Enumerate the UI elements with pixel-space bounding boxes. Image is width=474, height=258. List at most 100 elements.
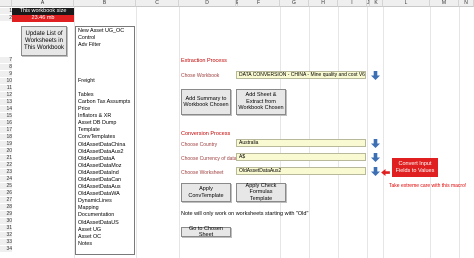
worksheet-list-item[interactable]	[78, 85, 132, 92]
worksheet-list-item[interactable]: OldAssetDataWA	[78, 191, 132, 198]
worksheet-list-item[interactable]: DynamicLines	[78, 198, 132, 205]
column-header-m[interactable]: M	[430, 0, 459, 7]
row-number[interactable]: 9	[0, 71, 12, 77]
conversion-section-title: Conversion Process	[181, 131, 231, 137]
apply-check-formulas-button[interactable]: Apply Check Formulas Template	[236, 183, 286, 202]
worksheet-list-item[interactable]: Asset DB Dump	[78, 120, 132, 127]
row-number[interactable]: 25	[0, 183, 12, 189]
column-header-n[interactable]: N	[459, 0, 474, 7]
worksheet-list-item[interactable]: Adv Filter	[78, 42, 132, 49]
worksheet-input[interactable]: OldAssetDataAus2	[236, 167, 366, 175]
worksheet-list-item[interactable]	[78, 63, 132, 70]
add-sheet-extract-button[interactable]: Add Sheet & Extract from Workbook Chosen	[236, 89, 286, 115]
row-number[interactable]: 27	[0, 197, 12, 203]
country-input[interactable]: Australia	[236, 139, 366, 147]
arrow-down-icon[interactable]	[371, 153, 380, 162]
update-worksheets-button[interactable]: Update List of Worksheets in This Workbo…	[21, 26, 67, 56]
worksheet-list-item[interactable]: Mapping	[78, 205, 132, 212]
row-number[interactable]: 29	[0, 211, 12, 217]
worksheet-list-item[interactable]: OldAssetDataMoz	[78, 163, 132, 170]
worksheet-list-item[interactable]	[78, 71, 132, 78]
arrow-down-icon[interactable]	[371, 167, 380, 176]
worksheet-list-item[interactable]: Inflators & XR	[78, 113, 132, 120]
macro-warning: Take extreme care with this macro!	[389, 183, 467, 189]
apply-convtemplate-button[interactable]: Apply ConvTemplate	[181, 183, 231, 202]
column-header-b[interactable]: B	[74, 0, 136, 7]
worksheet-list-item[interactable]: Control	[78, 35, 132, 42]
workbook-size-value: 23.46 mb	[12, 15, 74, 22]
worksheet-list-item[interactable]: Asset UG	[78, 227, 132, 234]
arrow-down-icon[interactable]	[371, 139, 380, 148]
currency-input[interactable]: A$	[236, 153, 366, 161]
worksheet-list-item[interactable]: Asset OC	[78, 234, 132, 241]
row-number[interactable]: 31	[0, 225, 12, 231]
extraction-section-title: Extraction Process	[181, 58, 227, 64]
worksheet-list-item[interactable]: OldAssetDataAus2	[78, 149, 132, 156]
worksheet-list-item[interactable]: Documentation	[78, 212, 132, 219]
row-number[interactable]: 32	[0, 232, 12, 238]
row-number[interactable]: 13	[0, 99, 12, 105]
arrow-down-icon[interactable]	[371, 71, 380, 80]
row-number[interactable]: 21	[0, 155, 12, 161]
row-number[interactable]: 19	[0, 141, 12, 147]
column-header-c[interactable]: C	[136, 0, 179, 7]
row-number[interactable]: 15	[0, 113, 12, 119]
workbook-input[interactable]: DATA CONVERSION - CHINA - Mine quality a…	[236, 71, 366, 79]
old-worksheets-note: Note will only work on worksheets starti…	[181, 211, 309, 217]
choose-worksheet-label: Choose Worksheet	[181, 170, 224, 176]
corner-cell[interactable]	[0, 0, 12, 7]
row-number[interactable]: 7	[0, 57, 12, 63]
row-number[interactable]: 22	[0, 162, 12, 168]
worksheet-list-item[interactable]: OldAssetDataChina	[78, 142, 132, 149]
worksheet-list-item[interactable]	[78, 49, 132, 56]
add-summary-button[interactable]: Add Summary to Workbook Chosen	[181, 89, 231, 115]
column-header-g[interactable]: G	[280, 0, 309, 7]
worksheet-list-item[interactable]: Freight	[78, 78, 132, 85]
row-number[interactable]: 26	[0, 190, 12, 196]
column-header-i[interactable]: I	[338, 0, 367, 7]
row-number[interactable]: 17	[0, 127, 12, 133]
column-header-f[interactable]: F	[238, 0, 280, 7]
row-number[interactable]: 11	[0, 85, 12, 91]
worksheet-list-item[interactable]: Template	[78, 127, 132, 134]
worksheet-list[interactable]: New Asset UG_OC Control Adv Filter Freight…	[75, 26, 135, 255]
worksheet-list-item[interactable]: Notes	[78, 241, 132, 248]
row-number[interactable]: 24	[0, 176, 12, 182]
worksheet-list-item[interactable]	[78, 56, 132, 63]
worksheet-list-item[interactable]: OldAssetDataInd	[78, 170, 132, 177]
gridline	[338, 7, 339, 258]
worksheet-list-item[interactable]: OldAssetDataA	[78, 156, 132, 163]
row-number[interactable]: 23	[0, 169, 12, 175]
row-number[interactable]: 2	[0, 15, 12, 21]
worksheet-list-item[interactable]: OldAssetDataAus	[78, 184, 132, 191]
row-number[interactable]: 28	[0, 204, 12, 210]
row-number[interactable]: 10	[0, 78, 12, 84]
column-header-d[interactable]: D	[179, 0, 236, 7]
worksheet-list-item[interactable]: ConvTemplates	[78, 134, 132, 141]
row-number[interactable]: 12	[0, 92, 12, 98]
go-to-sheet-button[interactable]: Go to Chosen Sheet	[181, 226, 231, 238]
worksheet-list-item[interactable]: New Asset UG_OC	[78, 28, 132, 35]
convert-to-values-button[interactable]: Convert Input Fields to Values	[392, 158, 438, 177]
column-header-a[interactable]: A	[12, 0, 74, 7]
row-number[interactable]: 30	[0, 218, 12, 224]
row-number[interactable]: 1	[0, 8, 12, 14]
row-number[interactable]: 14	[0, 106, 12, 112]
gridline	[430, 7, 431, 258]
column-header-l[interactable]: L	[383, 0, 430, 7]
column-header-k[interactable]: K	[370, 0, 383, 7]
row-number[interactable]: 20	[0, 148, 12, 154]
gridline	[367, 7, 368, 258]
worksheet-list-item[interactable]: Carbon Tax Assumpts	[78, 99, 132, 106]
row-number[interactable]: 18	[0, 134, 12, 140]
row-number[interactable]: 33	[0, 239, 12, 245]
row-number[interactable]: 34	[0, 246, 12, 252]
worksheet-list-item[interactable]: OldAssetDataCan	[78, 177, 132, 184]
column-header-h[interactable]: H	[309, 0, 338, 7]
gridline	[459, 7, 460, 258]
row-number[interactable]: 8	[0, 64, 12, 70]
worksheet-list-item[interactable]: OldAssetDataUS	[78, 220, 132, 227]
worksheet-list-item[interactable]: Price	[78, 106, 132, 113]
row-number[interactable]: 16	[0, 120, 12, 126]
worksheet-list-item[interactable]: Tables	[78, 92, 132, 99]
